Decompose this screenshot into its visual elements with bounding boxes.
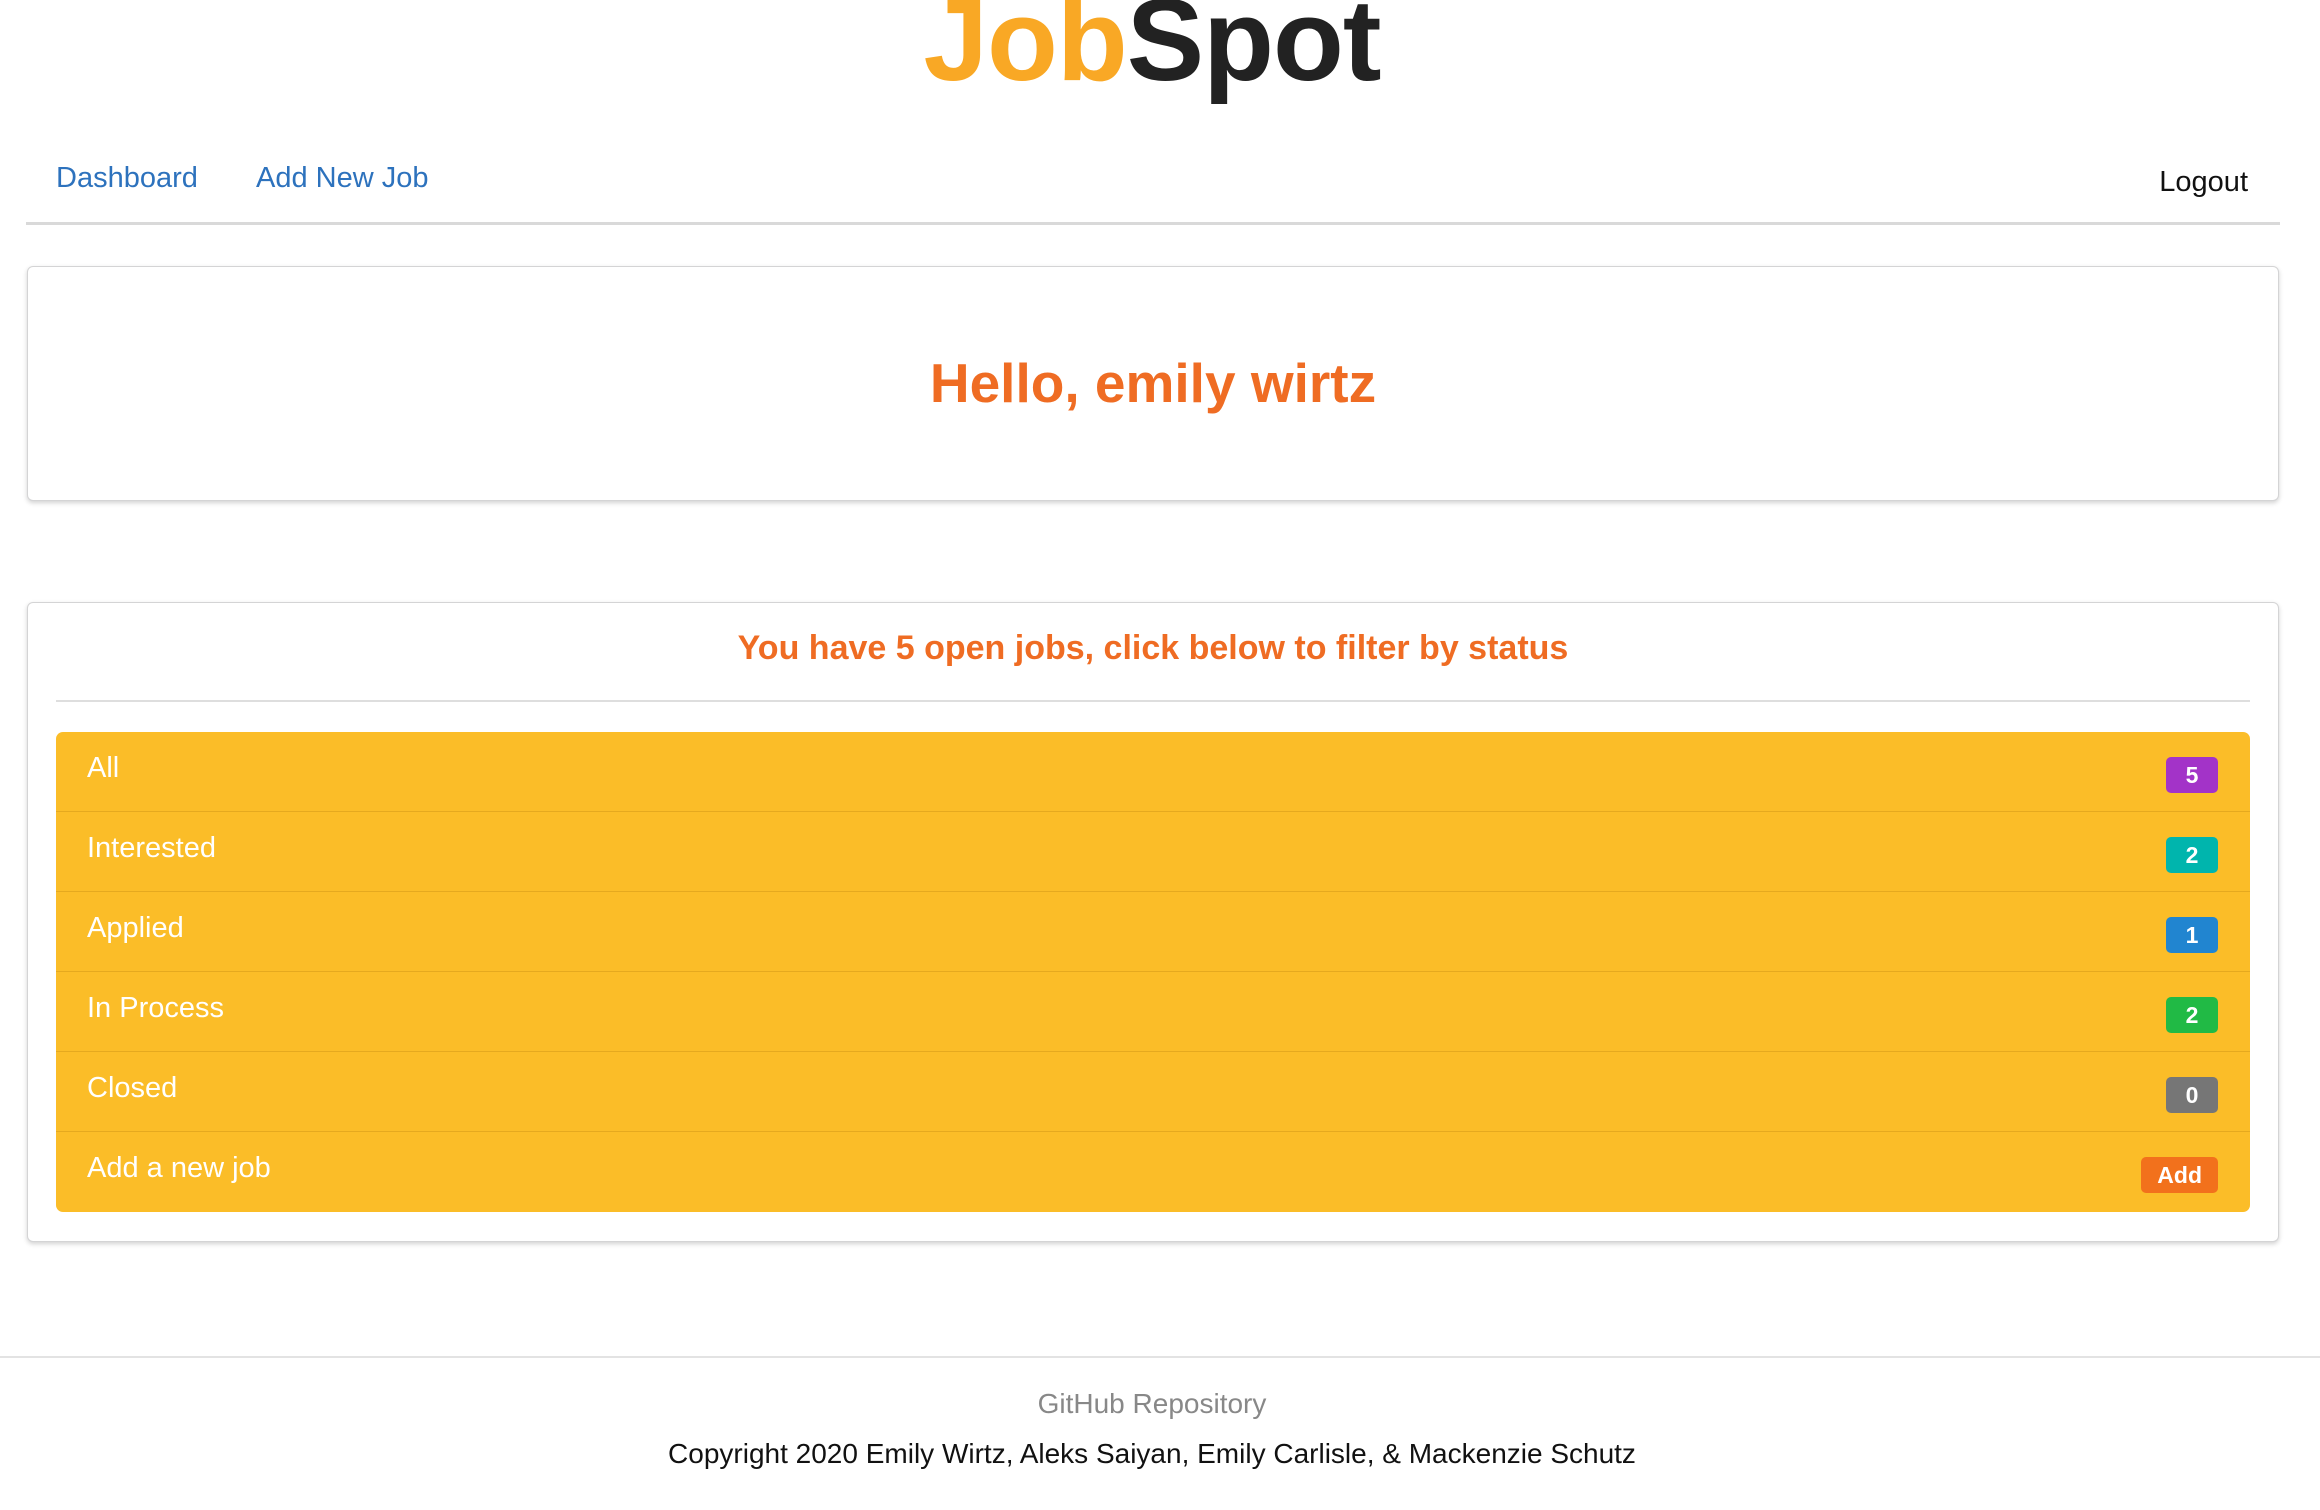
nav-add-new-job-link[interactable]: Add New Job xyxy=(256,162,429,195)
count-badge: 1 xyxy=(2166,917,2218,953)
open-jobs-heading: You have 5 open jobs, click below to fil… xyxy=(737,629,1569,667)
status-item-applied[interactable]: Applied 1 xyxy=(56,892,2250,972)
add-job-label: Add a new job xyxy=(87,1152,271,1184)
jobs-divider xyxy=(56,700,2250,702)
greeting-card: Hello, emily wirtz xyxy=(27,266,2279,501)
greeting-heading: Hello, emily wirtz xyxy=(929,352,1377,414)
logo-job-text: Job xyxy=(923,0,1128,105)
jobs-status-card: You have 5 open jobs, click below to fil… xyxy=(27,602,2279,1242)
status-label: In Process xyxy=(87,992,224,1024)
status-item-closed[interactable]: Closed 0 xyxy=(56,1052,2250,1132)
github-repository-link[interactable]: GitHub Repository xyxy=(0,1388,2304,1420)
count-badge: 0 xyxy=(2166,1077,2218,1113)
status-label: Closed xyxy=(87,1072,178,1104)
app-logo: JobSpot xyxy=(0,0,2304,98)
copyright-text: Copyright 2020 Emily Wirtz, Aleks Saiyan… xyxy=(668,1438,1636,1469)
status-item-interested[interactable]: Interested 2 xyxy=(56,812,2250,892)
page: JobSpot Dashboard Add New Job Logout Hel… xyxy=(0,0,2320,1510)
nav-dashboard-link[interactable]: Dashboard xyxy=(56,162,198,195)
status-label: Interested xyxy=(87,832,216,864)
status-item-in-process[interactable]: In Process 2 xyxy=(56,972,2250,1052)
add-job-button[interactable]: Add xyxy=(2141,1157,2218,1193)
logo-spot-text: Spot xyxy=(1126,0,1382,105)
status-filter-list: All 5 Interested 2 Applied 1 In Process … xyxy=(56,732,2250,1212)
count-badge: 2 xyxy=(2166,837,2218,873)
status-item-all[interactable]: All 5 xyxy=(56,732,2250,812)
add-new-job-item[interactable]: Add a new job Add xyxy=(56,1132,2250,1212)
logout-link[interactable]: Logout xyxy=(2159,166,2248,199)
count-badge: 5 xyxy=(2166,757,2218,793)
status-label: Applied xyxy=(87,912,184,944)
footer: GitHub Repository Copyright 2020 Emily W… xyxy=(0,1356,2320,1510)
count-badge: 2 xyxy=(2166,997,2218,1033)
status-label: All xyxy=(87,752,120,784)
top-nav: Dashboard Add New Job Logout xyxy=(26,150,2280,225)
